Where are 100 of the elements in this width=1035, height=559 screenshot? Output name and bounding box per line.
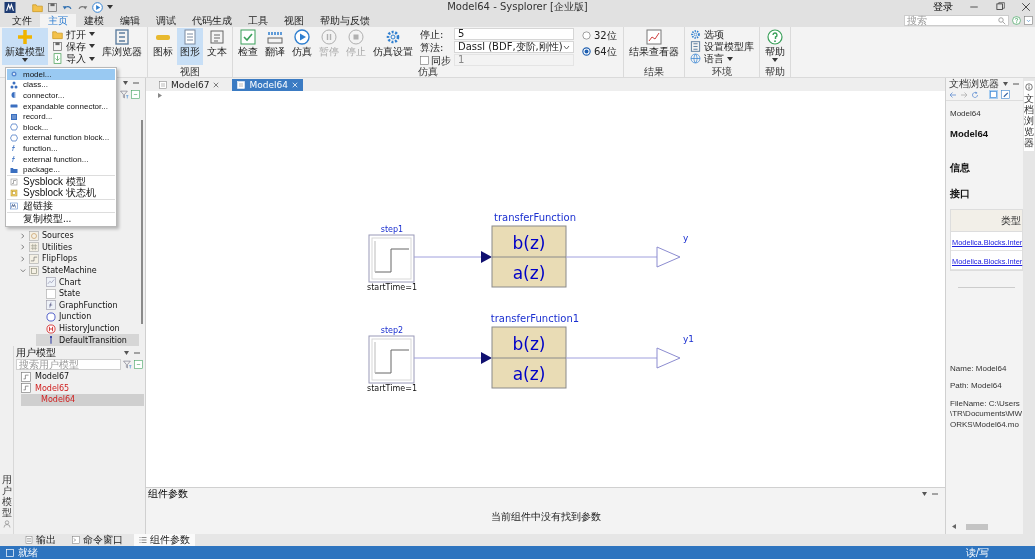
tree-item[interactable]: HistoryJunction xyxy=(0,322,139,335)
diagram-icon xyxy=(237,81,246,89)
dropdown-icon[interactable] xyxy=(122,80,129,86)
menu-item[interactable]: external function... xyxy=(7,153,115,165)
scrollbar-thumb[interactable] xyxy=(966,523,988,530)
menu-item[interactable]: model... xyxy=(7,69,115,80)
ribbon-button[interactable]: 设置模型库 xyxy=(686,40,757,53)
dropdown-icon[interactable] xyxy=(921,490,928,497)
terminal-icon xyxy=(72,536,80,544)
tree-item[interactable]: DefaultTransition xyxy=(36,334,139,346)
search-icon[interactable] xyxy=(998,16,1006,25)
menu-item[interactable]: block... xyxy=(7,121,115,133)
ribbon-button[interactable]: 仿真设置 xyxy=(370,28,416,65)
ribbon-button[interactable]: 翻译 xyxy=(262,28,288,65)
menu-tab[interactable]: 代码生成 xyxy=(184,14,240,27)
menu-tab[interactable]: 视图 xyxy=(276,14,312,27)
menu-item[interactable]: Sysblock 模型 xyxy=(7,176,115,188)
ribbon-button[interactable]: 新建模型 xyxy=(2,28,48,65)
ribbon-button[interactable]: 打开 xyxy=(49,28,98,41)
tree-item[interactable]: GraphFunction xyxy=(0,299,139,312)
library-icon xyxy=(689,40,701,52)
panel-tab[interactable]: 组件参数 xyxy=(134,534,195,546)
dropdown-icon[interactable] xyxy=(1002,80,1009,87)
expand-icon[interactable] xyxy=(1024,16,1033,25)
forward-icon[interactable] xyxy=(960,90,968,99)
tree-item[interactable]: Chart xyxy=(0,276,139,288)
numerator-text: b(z) xyxy=(512,233,546,253)
restore-icon[interactable] xyxy=(995,2,1005,12)
block-name: step1 xyxy=(380,225,404,234)
collapse-icon[interactable] xyxy=(20,267,26,274)
ribbon-button[interactable]: 文本 xyxy=(204,28,230,65)
panel-tab[interactable]: 命令窗口 xyxy=(67,534,128,546)
stop-time-field[interactable]: 5 xyxy=(454,28,574,40)
connector-icon xyxy=(10,91,18,100)
model-item[interactable]: Model67 xyxy=(16,371,144,383)
menu-item[interactable]: expandable connector... xyxy=(7,100,115,112)
menu-tab[interactable]: 调试 xyxy=(148,14,184,27)
collapse-all-icon[interactable] xyxy=(134,360,143,369)
save-icon[interactable] xyxy=(47,1,58,13)
menu-item[interactable]: Sysblock 状态机 xyxy=(7,187,115,199)
minimize-icon[interactable] xyxy=(133,350,141,356)
menu-tab[interactable]: 帮助与反馈 xyxy=(312,14,378,27)
model-item[interactable]: Model65 xyxy=(16,382,144,395)
minimize-icon[interactable] xyxy=(1012,80,1020,87)
refresh-icon[interactable] xyxy=(971,90,979,99)
menu-tab[interactable]: 主页 xyxy=(40,14,76,27)
menu-item[interactable]: 复制模型... xyxy=(7,213,115,225)
ribbon-button[interactable]: 仿真 xyxy=(289,28,315,65)
menu-item[interactable]: function... xyxy=(7,143,115,154)
back-icon[interactable] xyxy=(949,90,957,99)
menu-item[interactable]: package... xyxy=(7,164,115,175)
expand-icon[interactable] xyxy=(158,92,162,98)
output-name: y xyxy=(683,233,689,243)
ribbon-button[interactable]: 导入 xyxy=(49,52,98,65)
document-tab[interactable]: Model64 xyxy=(232,79,303,91)
menu-tab[interactable]: 建模 xyxy=(76,14,112,27)
menu-item[interactable]: class... xyxy=(7,79,115,91)
ribbon-button[interactable]: 保存 xyxy=(49,40,98,53)
checkbox[interactable] xyxy=(420,55,429,65)
ribbon-button[interactable]: 库浏览器 xyxy=(99,28,145,65)
menu-item[interactable]: connector... xyxy=(7,90,115,101)
tree-item[interactable]: State xyxy=(0,287,139,300)
menu-item[interactable]: record... xyxy=(7,111,115,122)
side-tab[interactable]: 用户模型 xyxy=(1,474,12,518)
menu-tab[interactable]: 文件 xyxy=(4,14,40,27)
menu-tab[interactable]: 编辑 xyxy=(112,14,148,27)
tree-item[interactable]: StateMachine xyxy=(0,264,139,277)
login-link[interactable]: 登录 xyxy=(933,0,953,14)
filter-icon[interactable] xyxy=(123,360,132,369)
minimize-icon[interactable] xyxy=(931,490,939,497)
link-icon xyxy=(10,202,18,211)
ribbon-button[interactable]: 检查 xyxy=(235,28,261,65)
document-tab[interactable]: Model67 xyxy=(154,79,225,91)
dropdown-icon[interactable] xyxy=(123,350,130,356)
menu-item[interactable]: 超链接 xyxy=(7,200,115,212)
close-icon[interactable] xyxy=(1021,2,1031,12)
play-icon[interactable] xyxy=(92,1,103,13)
model-item[interactable]: Model64 xyxy=(21,394,144,406)
menu-item[interactable]: external function block... xyxy=(7,132,115,144)
ribbon-button[interactable]: 帮助 xyxy=(761,28,788,65)
ribbon-button[interactable]: 图形 xyxy=(177,28,203,65)
ribbon-button[interactable]: 图标 xyxy=(150,28,176,65)
radio-button[interactable] xyxy=(582,47,591,56)
menu-tab[interactable]: 工具 xyxy=(240,14,276,27)
ribbon-button[interactable]: 选项 xyxy=(686,28,757,41)
close-icon[interactable] xyxy=(213,82,220,88)
tree-item[interactable]: FlipFlops xyxy=(0,253,139,265)
tree-item[interactable]: Junction xyxy=(0,311,139,323)
panel-tab[interactable]: 输出 xyxy=(20,534,61,546)
scroll-left-icon[interactable] xyxy=(952,524,956,529)
radio-button[interactable] xyxy=(582,31,591,40)
help-icon[interactable] xyxy=(1012,16,1021,25)
tree-item[interactable]: Sources xyxy=(0,230,139,242)
document-view-icon[interactable] xyxy=(989,90,998,99)
ribbon-button[interactable]: 语言 xyxy=(686,52,757,65)
ribbon-button[interactable]: 结果查看器 xyxy=(625,28,682,65)
minimize-icon[interactable] xyxy=(132,80,140,86)
edit-icon[interactable] xyxy=(1001,90,1010,99)
algorithm-dropdown[interactable]: Dassl (BDF,变阶,刚性) xyxy=(454,41,574,53)
tree-item[interactable]: Utilities xyxy=(0,241,139,254)
